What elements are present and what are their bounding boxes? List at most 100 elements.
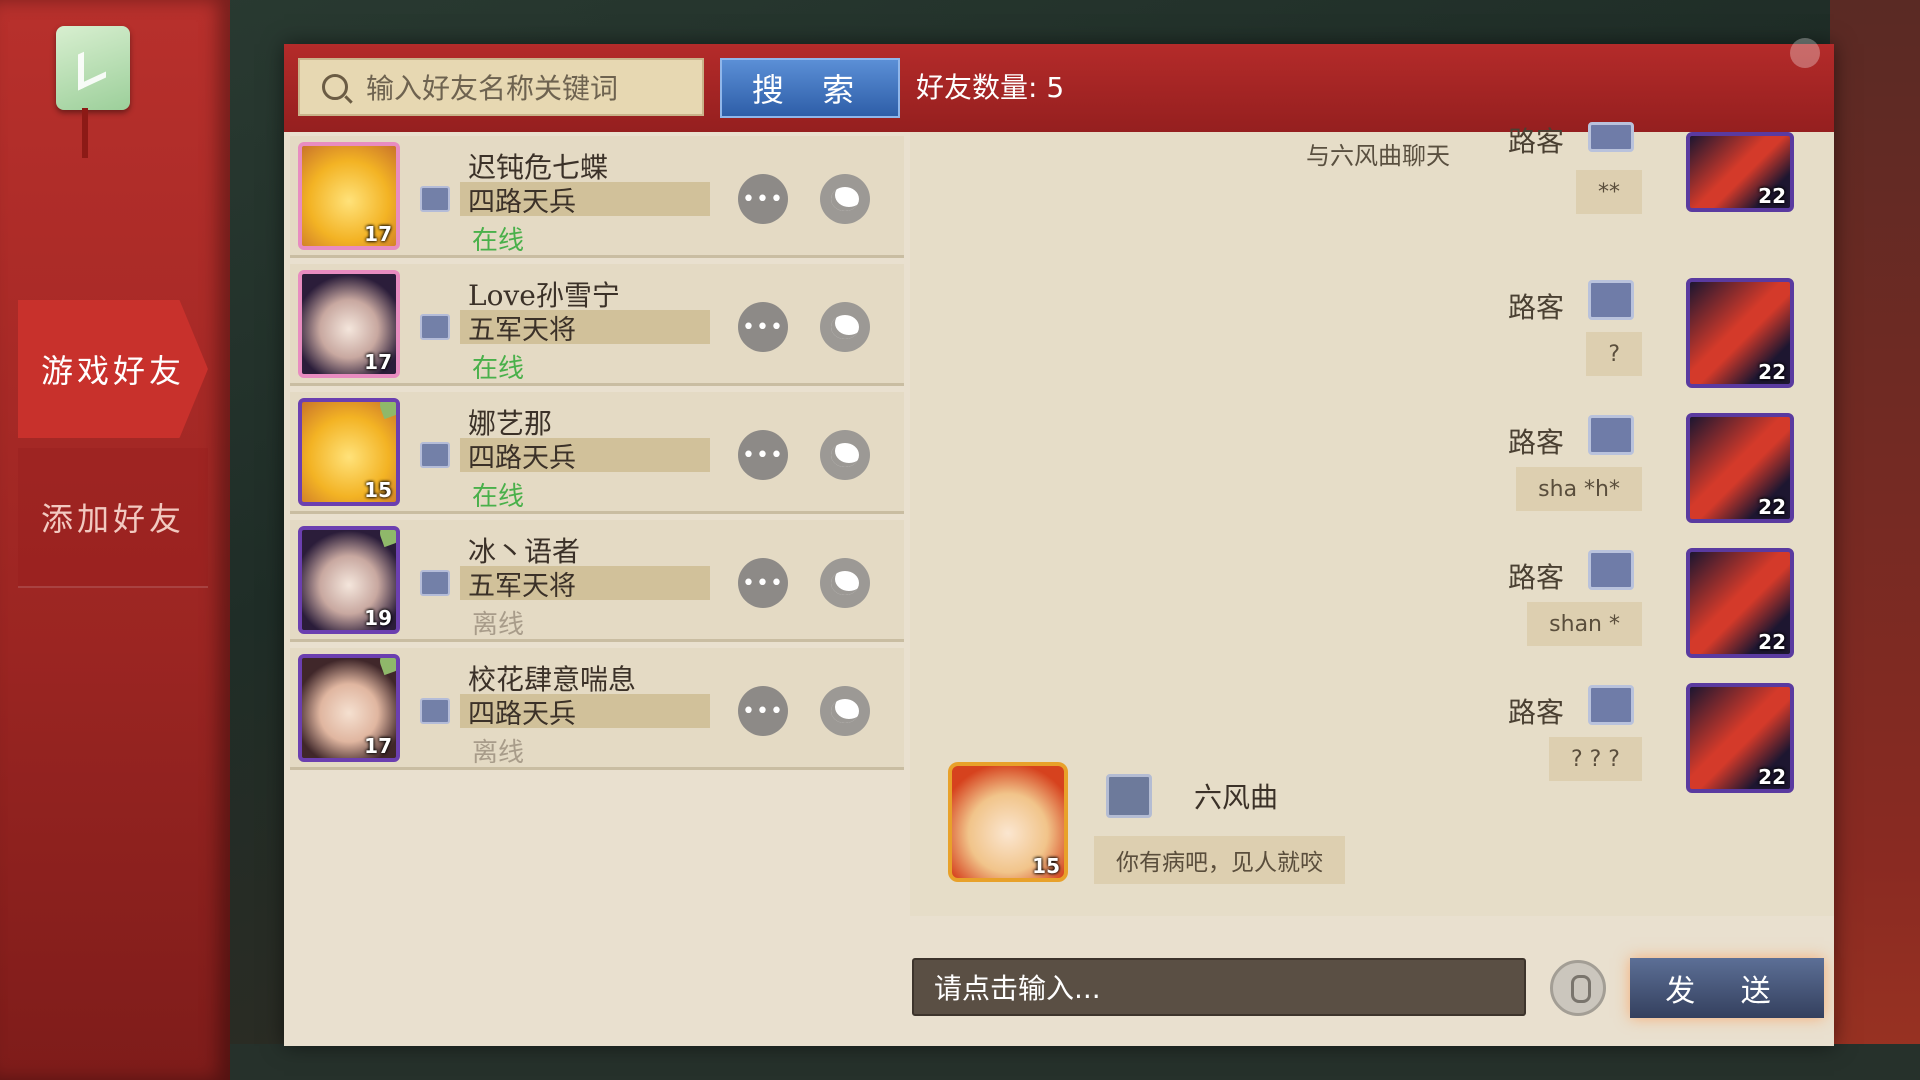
chat-input-row: 请点击输入... 发 送	[912, 958, 1832, 1032]
chat-message: 路客 ? 22	[910, 278, 1834, 398]
sender-avatar[interactable]: 22	[1686, 548, 1794, 658]
avatar-level: 17	[364, 350, 392, 374]
sender-chip-icon	[1588, 415, 1634, 455]
friend-status: 在线	[472, 226, 525, 256]
search-button[interactable]: 搜 索	[720, 58, 900, 118]
avatar[interactable]: 15	[298, 398, 400, 506]
avatar-level: 22	[1758, 495, 1786, 519]
message-bubble: shan *	[1527, 602, 1642, 646]
rank-chip-icon	[420, 186, 450, 212]
sender-chip-icon	[1588, 550, 1634, 590]
avatar[interactable]: 17	[298, 654, 400, 762]
friend-rank: 四路天兵	[468, 699, 576, 730]
avatar-level: 17	[364, 222, 392, 246]
friend-status: 在线	[472, 354, 525, 384]
sender-avatar[interactable]: 15	[948, 762, 1068, 882]
friend-status: 在线	[472, 482, 525, 512]
more-options-button[interactable]: •••	[738, 174, 788, 224]
leaf-icon	[376, 402, 396, 420]
friend-rank: 四路天兵	[468, 443, 576, 474]
chat-button[interactable]	[820, 558, 870, 608]
friend-status: 离线	[472, 738, 525, 768]
friend-row[interactable]: 17 校花肆意喘息 四路天兵 离线 •••	[290, 648, 904, 770]
chat-button[interactable]	[820, 686, 870, 736]
friends-panel: 输入好友名称关键词 搜 索 好友数量: 5 17 迟钝危七蝶 四路天兵 在线 •…	[284, 38, 1834, 1046]
tab-add-friend[interactable]: 添加好友	[18, 448, 208, 588]
back-jade-icon[interactable]	[56, 26, 130, 110]
friend-row[interactable]: 19 冰丶语者 五军天将 离线 •••	[290, 520, 904, 642]
friend-count: 好友数量: 5	[916, 71, 1065, 104]
avatar-level: 22	[1758, 765, 1786, 789]
search-input[interactable]: 输入好友名称关键词	[298, 58, 704, 116]
chat-message: 路客 ** 22	[910, 122, 1834, 252]
more-options-button[interactable]: •••	[738, 430, 788, 480]
chat-button[interactable]	[820, 430, 870, 480]
chat-message-incoming: 15 六风曲 你有病吧，见人就咬	[948, 762, 1548, 892]
sender-avatar[interactable]: 22	[1686, 278, 1794, 388]
leaf-icon	[376, 530, 396, 548]
message-bubble: ?	[1586, 332, 1642, 376]
avatar[interactable]: 17	[298, 270, 400, 378]
sender-chip-icon	[1588, 122, 1634, 152]
rank-chip-icon	[420, 314, 450, 340]
avatar-level: 15	[1032, 854, 1060, 878]
microphone-icon[interactable]	[1550, 960, 1606, 1016]
friend-rank: 五军天将	[468, 571, 576, 602]
friend-rank: 五军天将	[468, 315, 576, 346]
avatar-level: 22	[1758, 360, 1786, 384]
sender-chip-icon	[1588, 685, 1634, 725]
avatar[interactable]: 19	[298, 526, 400, 634]
search-placeholder: 输入好友名称关键词	[366, 72, 619, 105]
chat-message: 路客 sha *h* 22	[910, 413, 1834, 533]
message-sender: 六风曲	[1194, 781, 1279, 814]
message-sender: 路客	[1507, 561, 1564, 594]
sender-chip-icon	[1106, 774, 1152, 818]
leaf-icon	[376, 658, 396, 676]
tassel-decoration	[82, 108, 88, 158]
avatar-level: 19	[364, 606, 392, 630]
avatar[interactable]: 17	[298, 142, 400, 250]
chat-input[interactable]: 请点击输入...	[912, 958, 1526, 1016]
friend-list[interactable]: 17 迟钝危七蝶 四路天兵 在线 ••• 17 Love孙雪宁 五军天将 在线 …	[290, 136, 904, 776]
avatar-level: 17	[364, 734, 392, 758]
tab-game-friends[interactable]: 游戏好友	[18, 300, 208, 438]
friend-row[interactable]: 17 Love孙雪宁 五军天将 在线 •••	[290, 264, 904, 386]
more-options-button[interactable]: •••	[738, 302, 788, 352]
sender-avatar[interactable]: 22	[1686, 683, 1794, 793]
sender-chip-icon	[1588, 280, 1634, 320]
friend-rank: 四路天兵	[468, 187, 576, 218]
sender-avatar[interactable]: 22	[1686, 132, 1794, 212]
avatar-level: 15	[364, 478, 392, 502]
chat-area[interactable]: 与六风曲聊天 路客 ** 22 路客 ? 22 路客 sha *h* 22 路客…	[910, 122, 1834, 916]
chat-message: 路客 shan * 22	[910, 548, 1834, 668]
bottom-strip	[230, 1044, 1920, 1080]
tab-game-friends-label: 游戏好友	[40, 352, 185, 390]
friend-row[interactable]: 17 迟钝危七蝶 四路天兵 在线 •••	[290, 136, 904, 258]
avatar-level: 22	[1758, 184, 1786, 208]
rank-chip-icon	[420, 698, 450, 724]
rank-chip-icon	[420, 442, 450, 468]
message-sender: 路客	[1507, 291, 1564, 324]
message-bubble: 你有病吧，见人就咬	[1094, 836, 1345, 884]
close-icon[interactable]	[1790, 38, 1820, 68]
message-bubble: sha *h*	[1516, 467, 1642, 511]
right-curtain	[1830, 0, 1920, 1080]
chat-button[interactable]	[820, 302, 870, 352]
chat-button[interactable]	[820, 174, 870, 224]
message-sender: 路客	[1507, 426, 1564, 459]
more-options-button[interactable]: •••	[738, 558, 788, 608]
message-sender: 路客	[1507, 696, 1564, 729]
send-button[interactable]: 发 送	[1630, 958, 1824, 1018]
rank-chip-icon	[420, 570, 450, 596]
message-bubble: ? ? ?	[1548, 737, 1642, 781]
panel-topbar: 输入好友名称关键词 搜 索 好友数量: 5	[284, 38, 1834, 132]
tab-add-friend-label: 添加好友	[40, 500, 185, 538]
message-bubble: **	[1576, 170, 1642, 214]
friend-status: 离线	[472, 610, 525, 640]
message-sender: 路客	[1507, 125, 1564, 158]
friend-row[interactable]: 15 娜艺那 四路天兵 在线 •••	[290, 392, 904, 514]
avatar-level: 22	[1758, 630, 1786, 654]
search-icon	[322, 74, 348, 100]
more-options-button[interactable]: •••	[738, 686, 788, 736]
sender-avatar[interactable]: 22	[1686, 413, 1794, 523]
